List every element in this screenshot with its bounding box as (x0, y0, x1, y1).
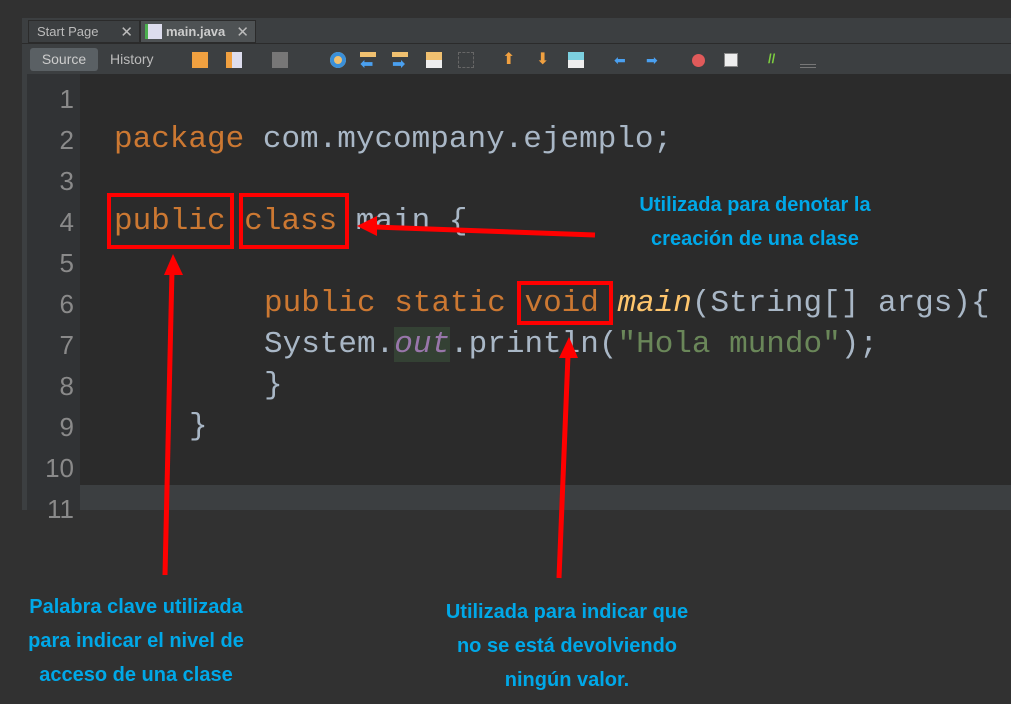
annotation-line: Utilizada para indicar que (445, 601, 689, 623)
line-number-gutter: 1 2 3 4 5 6 7 8 9 10 11 (27, 74, 80, 524)
find-next-icon[interactable]: ➡ (392, 52, 408, 73)
code-area[interactable]: package com.mycompany.ejemplo; public cl… (80, 74, 1011, 485)
line-number: 1 (59, 84, 74, 114)
history-button[interactable]: History (110, 48, 154, 71)
code-text: System. (264, 327, 395, 362)
keyword: package (114, 122, 245, 157)
code-text: ); (840, 327, 878, 362)
annotation-line: Palabra clave utilizada (29, 596, 243, 618)
uncomment-icon[interactable] (800, 52, 816, 68)
back-icon[interactable] (226, 52, 242, 68)
tab-label: main.java (166, 24, 226, 39)
annotation-line: para indicar el nivel de (28, 630, 244, 652)
code-line-2: package com.mycompany.ejemplo; (114, 122, 672, 157)
void-annotation: Utilizada para indicar que no se está de… (412, 595, 722, 697)
keyword-class: class (244, 204, 338, 239)
line-number: 10 (45, 453, 74, 483)
line-number: 11 (47, 494, 74, 524)
class-annotation: Utilizada para denotar la creación de un… (600, 188, 910, 256)
tab-main-java[interactable]: main.java ✕ (140, 20, 256, 43)
code-line-4: public class main { (114, 204, 467, 239)
keyword-public: public (114, 204, 226, 239)
java-file-icon (145, 24, 162, 39)
stop-macro-icon[interactable] (724, 53, 738, 67)
next-bookmark-icon[interactable]: ⬇ (536, 52, 552, 68)
line-number: 5 (59, 248, 74, 278)
previous-bookmark-icon[interactable]: ⬆ (502, 52, 518, 68)
line-number: 2 (59, 125, 74, 155)
shift-left-icon[interactable]: ⬅ (614, 52, 630, 68)
annotation-line: no se está devolviendo (456, 635, 678, 657)
forward-icon[interactable] (272, 52, 288, 68)
code-line-7: System.out.println("Hola mundo"); (264, 327, 878, 362)
annotation-line: creación de una clase (651, 228, 859, 250)
code-line-8: } (264, 368, 283, 403)
source-button[interactable]: Source (30, 48, 98, 71)
annotation-line: ningún valor. (504, 669, 630, 691)
annotation-line: acceso de una clase (39, 664, 233, 686)
find-icon[interactable] (330, 52, 346, 68)
tab-bar: Start Page ✕ main.java ✕ (22, 18, 1011, 43)
method-name: main (617, 286, 692, 321)
annotation-line: Utilizada para denotar la (639, 194, 871, 216)
line-number: 8 (59, 371, 74, 401)
static-field: out (394, 327, 451, 362)
tab-start-page[interactable]: Start Page ✕ (28, 20, 140, 43)
line-number: 6 (59, 289, 74, 319)
editor-window: Start Page ✕ main.java ✕ Source History … (22, 18, 1011, 524)
record-macro-icon[interactable] (692, 54, 705, 67)
close-icon[interactable]: ✕ (120, 23, 133, 41)
code-line-6: public static void main(String[] args){ (264, 286, 990, 321)
last-edit-icon[interactable] (192, 52, 208, 68)
editor-toolbar: Source History ⬅ ➡ ⬆ ⬇ ⬅ ➡ // (22, 43, 1011, 75)
toggle-highlight-icon[interactable] (426, 52, 442, 68)
line-number: 7 (59, 330, 74, 360)
comment-icon[interactable]: // (768, 52, 784, 68)
find-previous-icon[interactable]: ⬅ (360, 52, 376, 73)
close-icon[interactable]: ✕ (236, 23, 249, 41)
keyword: static (394, 286, 506, 321)
code-text: .println( (450, 327, 618, 362)
code-line-9: } (189, 409, 208, 444)
rect-select-icon[interactable] (458, 52, 474, 68)
line-number: 4 (59, 207, 74, 237)
tab-label: Start Page (37, 24, 99, 39)
code-text: com.mycompany.ejemplo; (244, 122, 673, 157)
public-annotation: Palabra clave utilizada para indicar el … (0, 590, 272, 692)
keyword: public (264, 286, 376, 321)
code-text: (String[] args){ (691, 286, 990, 321)
string-literal: "Hola mundo" (617, 327, 841, 362)
code-text: main { (337, 204, 468, 239)
line-number: 3 (59, 166, 74, 196)
toggle-bookmark-icon[interactable] (568, 52, 584, 68)
shift-right-icon[interactable]: ➡ (646, 52, 662, 68)
line-number: 9 (59, 412, 74, 442)
keyword-void: void (524, 286, 599, 321)
